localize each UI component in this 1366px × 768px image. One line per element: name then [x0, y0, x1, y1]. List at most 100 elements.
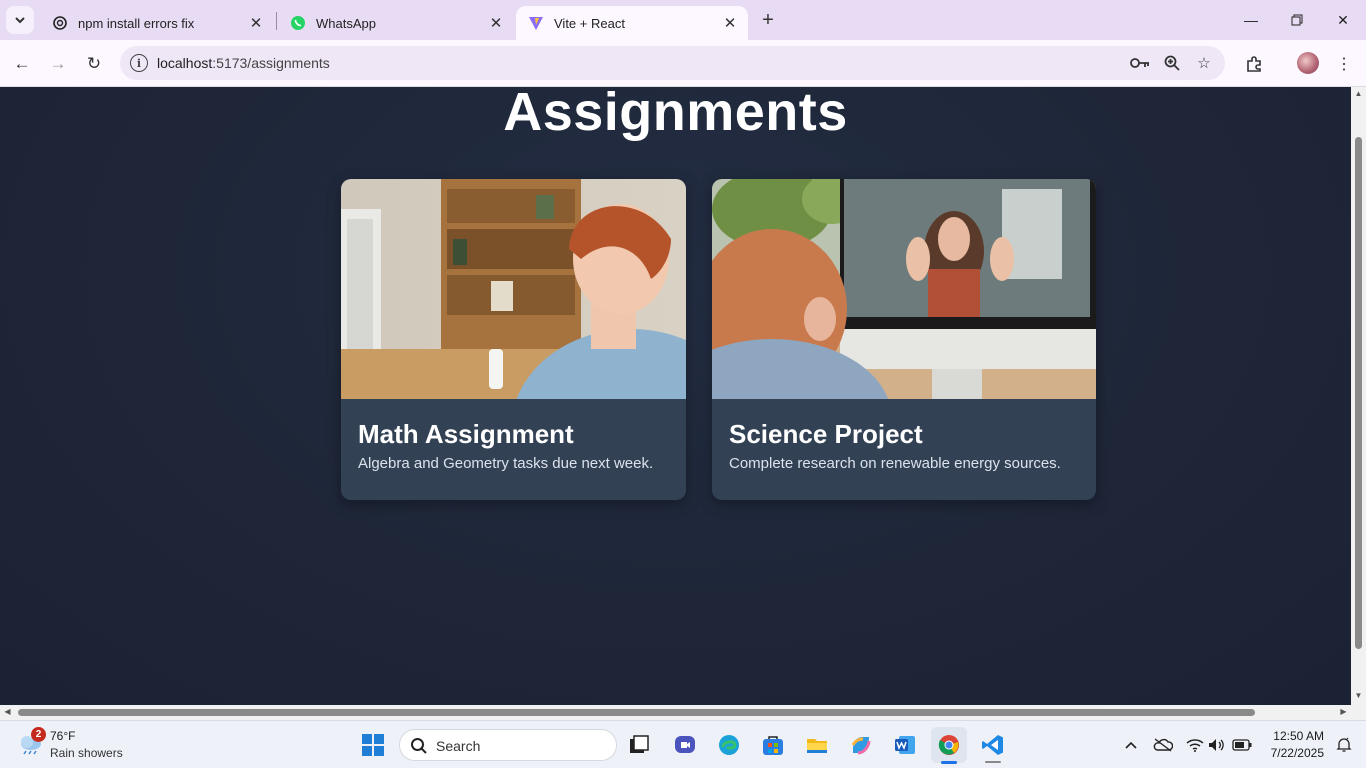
- vscode-icon: [982, 735, 1003, 755]
- wifi-icon[interactable]: [1185, 735, 1205, 755]
- password-key-icon[interactable]: [1129, 52, 1151, 74]
- url-host: localhost: [157, 55, 213, 71]
- task-view-icon: [630, 735, 649, 753]
- tab-title: npm install errors fix: [78, 15, 195, 31]
- search-icon: [411, 738, 427, 754]
- taskbar-app-vscode[interactable]: [975, 727, 1011, 763]
- tab-search-button[interactable]: [6, 6, 34, 34]
- page-title: Assignments: [503, 87, 848, 142]
- tab-strip: npm install errors fix ✕ WhatsApp ✕ Vite…: [0, 0, 1366, 40]
- tab-whatsapp[interactable]: WhatsApp ✕: [278, 6, 514, 40]
- search-label: Search: [436, 738, 481, 754]
- start-button[interactable]: [355, 727, 391, 763]
- scrollbar-corner: [1351, 705, 1366, 720]
- back-button[interactable]: ←: [8, 50, 36, 78]
- vertical-scrollbar[interactable]: ▲ ▼: [1351, 87, 1366, 705]
- tab-close-icon[interactable]: ✕: [720, 13, 740, 33]
- tab-title: Vite + React: [554, 15, 625, 31]
- task-view-button[interactable]: [621, 727, 657, 763]
- card-title: Science Project: [729, 419, 923, 449]
- scroll-left-arrow-icon[interactable]: ◀: [2, 707, 13, 718]
- close-icon: ✕: [1337, 11, 1349, 28]
- tab-divider: [276, 12, 277, 30]
- reload-button[interactable]: ↻: [80, 50, 108, 78]
- openai-icon: [52, 15, 68, 31]
- math-assignment-image: [341, 179, 686, 399]
- taskbar-app-store[interactable]: [755, 727, 791, 763]
- weather-badge: 2: [31, 727, 46, 742]
- windows-logo-icon: [362, 734, 384, 756]
- horizontal-scrollbar[interactable]: ◀ ▶: [0, 705, 1351, 720]
- vscode-running-indicator: [985, 761, 1001, 763]
- taskbar-app-word[interactable]: [887, 727, 923, 763]
- clock-time[interactable]: 12:50 AM: [1262, 729, 1324, 743]
- copilot-icon: [851, 737, 871, 755]
- arrow-right-icon: →: [49, 54, 67, 73]
- minimize-icon: —: [1244, 12, 1258, 28]
- kebab-menu-icon: ⋮: [1336, 56, 1352, 73]
- card-description: Algebra and Geometry tasks due next week…: [358, 455, 654, 472]
- scroll-down-arrow-icon[interactable]: ▼: [1353, 691, 1364, 702]
- restore-icon: [1291, 14, 1303, 26]
- profile-avatar[interactable]: [1297, 52, 1319, 74]
- tab-vite-react[interactable]: Vite + React ✕: [516, 6, 748, 40]
- extensions-button[interactable]: [1240, 50, 1268, 78]
- volume-icon[interactable]: [1207, 735, 1227, 755]
- puzzle-icon: [1247, 56, 1261, 72]
- taskbar-app-copilot[interactable]: [843, 727, 879, 763]
- science-project-image: [712, 179, 1096, 399]
- weather-description[interactable]: Rain showers: [50, 746, 123, 760]
- onedrive-offline-icon[interactable]: [1153, 735, 1173, 755]
- weather-temperature[interactable]: 76°F: [50, 729, 75, 743]
- forward-button[interactable]: →: [44, 50, 72, 78]
- taskbar-search[interactable]: Search: [399, 729, 617, 761]
- chevron-down-icon: [15, 17, 25, 24]
- assignment-card-math[interactable]: Math Assignment Algebra and Geometry tas…: [341, 179, 686, 500]
- arrow-left-icon: ←: [13, 54, 31, 73]
- browser-toolbar: ← → ↻ i localhost:5173/assignments ☆ ⋮: [0, 40, 1366, 87]
- assignment-card-science[interactable]: Science Project Complete research on ren…: [712, 179, 1096, 500]
- taskbar: 2 76°F Rain showers Search 12:50 AM 7/22…: [0, 720, 1366, 768]
- tab-npm-install[interactable]: npm install errors fix ✕: [40, 6, 274, 40]
- page-viewport: Assignments Math Assignment Algebra and …: [0, 87, 1351, 705]
- plus-icon: +: [762, 8, 774, 31]
- video-chat-icon: [675, 736, 695, 753]
- horizontal-scroll-thumb[interactable]: [18, 709, 1255, 716]
- taskbar-app-file-explorer[interactable]: [799, 727, 835, 763]
- url-path: :5173/assignments: [212, 55, 330, 71]
- new-tab-button[interactable]: +: [756, 8, 780, 32]
- taskbar-app-edge[interactable]: [711, 727, 747, 763]
- word-icon: [895, 736, 915, 754]
- vite-icon: [528, 15, 544, 31]
- tab-title: WhatsApp: [316, 15, 376, 31]
- chrome-active-indicator: [941, 761, 957, 764]
- zoom-icon[interactable]: [1161, 52, 1183, 74]
- edge-icon: [719, 735, 739, 755]
- card-title: Math Assignment: [358, 419, 574, 449]
- card-description: Complete research on renewable energy so…: [729, 455, 1061, 472]
- minimize-button[interactable]: —: [1228, 0, 1274, 40]
- url-text[interactable]: localhost:5173/assignments: [157, 55, 330, 71]
- battery-icon[interactable]: [1232, 735, 1252, 755]
- close-window-button[interactable]: ✕: [1320, 0, 1366, 40]
- taskbar-app-meet[interactable]: [667, 727, 703, 763]
- whatsapp-icon: [290, 15, 306, 31]
- tray-overflow-chevron-icon[interactable]: [1121, 735, 1141, 755]
- store-icon: [763, 736, 783, 755]
- restore-button[interactable]: [1274, 0, 1320, 40]
- vertical-scroll-thumb[interactable]: [1355, 137, 1362, 649]
- reload-icon: ↻: [86, 54, 102, 73]
- folder-icon: [807, 739, 827, 753]
- bookmark-star-icon[interactable]: ☆: [1193, 52, 1215, 74]
- taskbar-app-chrome[interactable]: [931, 727, 967, 763]
- scroll-right-arrow-icon[interactable]: ▶: [1338, 707, 1349, 718]
- scroll-up-arrow-icon[interactable]: ▲: [1353, 89, 1364, 100]
- site-info-icon[interactable]: i: [130, 54, 148, 72]
- address-bar[interactable]: i localhost:5173/assignments ☆: [120, 46, 1225, 80]
- browser-menu-button[interactable]: ⋮: [1330, 50, 1358, 78]
- tab-close-icon[interactable]: ✕: [486, 13, 506, 33]
- clock-date[interactable]: 7/22/2025: [1262, 746, 1324, 760]
- tab-close-icon[interactable]: ✕: [246, 13, 266, 33]
- chrome-icon: [938, 735, 959, 755]
- notifications-bell-icon[interactable]: [1334, 735, 1354, 755]
